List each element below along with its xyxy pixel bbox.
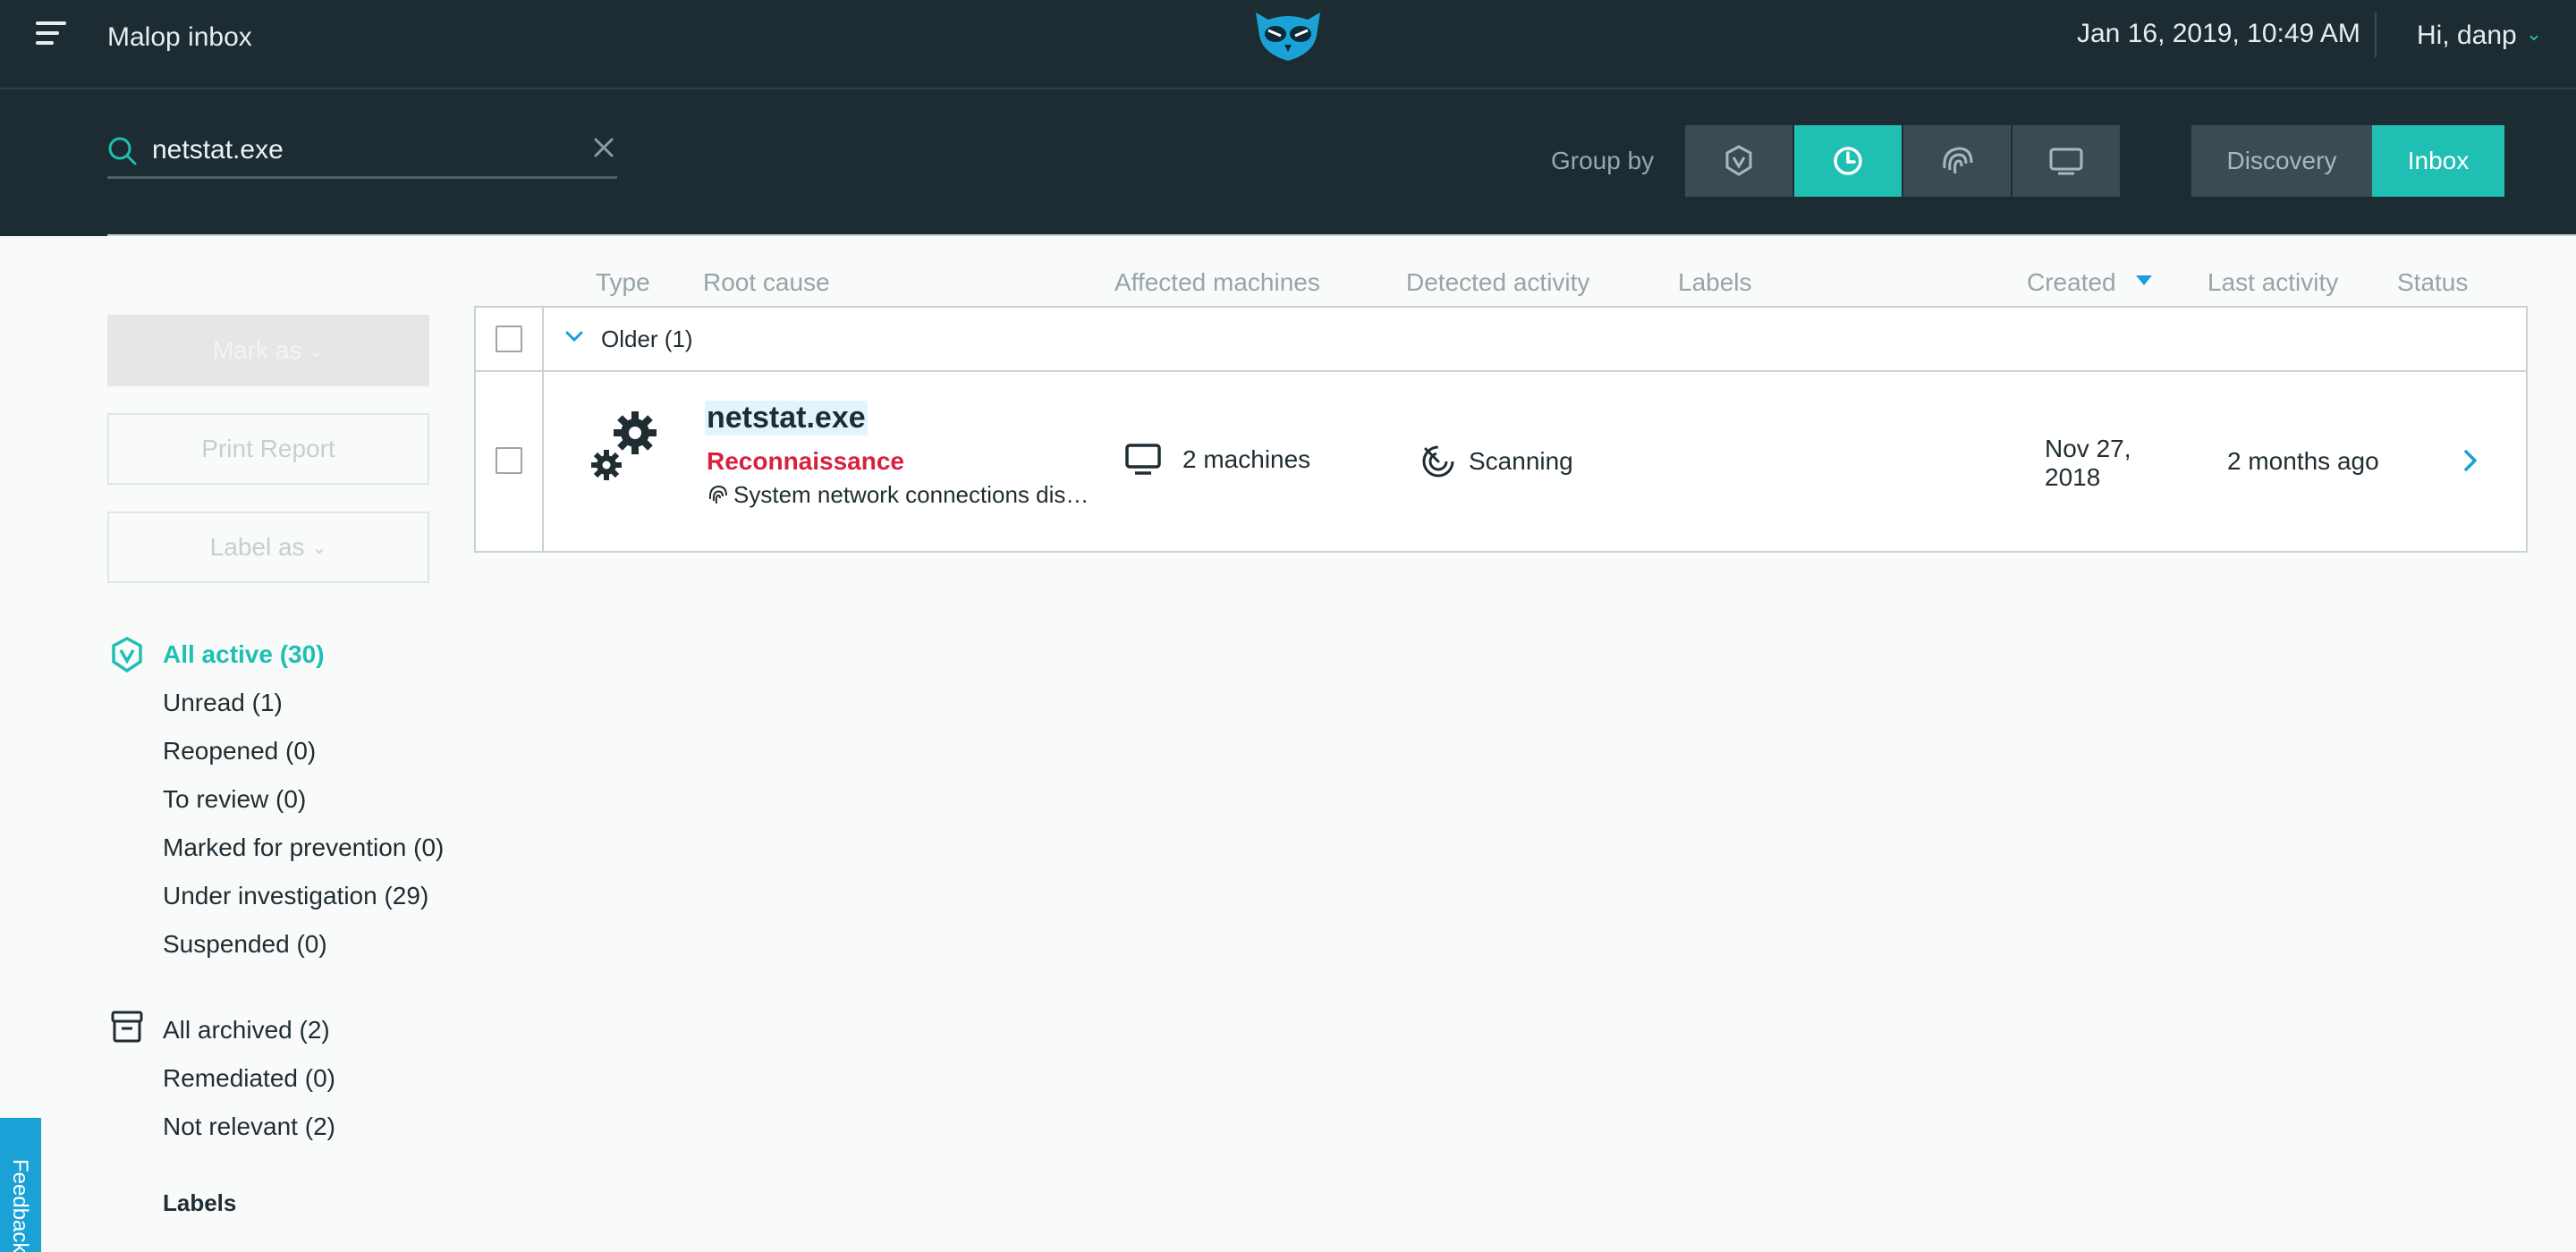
group-select-checkbox[interactable] xyxy=(496,326,522,352)
group-by-malop-button[interactable] xyxy=(1685,125,1792,197)
monitor-icon xyxy=(1125,444,1161,475)
group-divider xyxy=(476,370,2526,372)
close-icon[interactable] xyxy=(590,134,617,161)
search-input[interactable] xyxy=(152,131,546,170)
filter-reopened[interactable]: Reopened (0) xyxy=(163,737,316,766)
feedback-tab[interactable]: Feedback xyxy=(0,1118,41,1252)
mark-as-label: Mark as xyxy=(212,336,302,364)
filter-unread[interactable]: Unread (1) xyxy=(163,689,283,717)
group-by-activity-button[interactable] xyxy=(1903,125,2011,197)
sort-desc-icon xyxy=(2135,275,2152,285)
page-title: Malop inbox xyxy=(107,22,252,52)
detected-activity: Scanning xyxy=(1469,447,1573,475)
chevron-down-icon: ⌄ xyxy=(2525,22,2543,45)
column-status[interactable]: Status xyxy=(2397,268,2468,297)
filter-under-investigation[interactable]: Under investigation (29) xyxy=(163,882,428,910)
inbox-button[interactable]: Inbox xyxy=(2372,125,2504,197)
column-affected-machines[interactable]: Affected machines xyxy=(1114,268,1320,297)
chevron-right-icon[interactable] xyxy=(2460,447,2481,474)
scanning-icon xyxy=(1422,445,1454,478)
column-created-label: Created xyxy=(2027,268,2116,296)
chevron-down-icon: ⌄ xyxy=(311,537,327,558)
filter-all-archived[interactable]: All archived (2) xyxy=(163,1016,330,1045)
mark-as-button[interactable]: Mark as ⌄ xyxy=(107,315,429,386)
labels-heading: Labels xyxy=(163,1189,237,1216)
label-as-button[interactable]: Label as ⌄ xyxy=(107,512,429,583)
header-divider xyxy=(2375,13,2377,57)
malop-table: Older (1) netstat.exe Reconnaissance Sys… xyxy=(474,306,2528,553)
owl-logo[interactable] xyxy=(1250,9,1326,63)
filter-to-review[interactable]: To review (0) xyxy=(163,785,306,814)
created-date: Nov 27, 2018 xyxy=(2045,435,2131,491)
user-menu[interactable]: Hi, danp ⌄ xyxy=(2417,18,2542,52)
column-type[interactable]: Type xyxy=(596,268,650,297)
filter-all-active[interactable]: All active (30) xyxy=(163,640,325,669)
filter-suspended[interactable]: Suspended (0) xyxy=(163,930,327,959)
last-activity: 2 months ago xyxy=(2227,447,2379,475)
column-detected-activity[interactable]: Detected activity xyxy=(1406,268,1589,297)
search-icon xyxy=(108,137,137,165)
print-report-button[interactable]: Print Report xyxy=(107,413,429,485)
chevron-down-icon: ⌄ xyxy=(309,341,325,361)
column-last-activity[interactable]: Last activity xyxy=(2207,268,2338,297)
clock-icon xyxy=(1834,147,1862,175)
column-created[interactable]: Created xyxy=(2027,268,2152,297)
chevron-down-icon[interactable] xyxy=(564,327,585,345)
fingerprint-icon xyxy=(1943,147,1973,174)
group-by-time-button[interactable] xyxy=(1794,125,1902,197)
current-datetime: Jan 16, 2019, 10:49 AM xyxy=(2077,19,2360,48)
gears-icon xyxy=(591,411,657,480)
malop-description-text: System network connections discovery xyxy=(733,481,1100,508)
malop-name-link[interactable]: netstat.exe xyxy=(705,401,868,436)
malop-hex-icon xyxy=(112,637,142,673)
row-select-checkbox[interactable] xyxy=(496,447,522,474)
filter-marked-for-prevention[interactable]: Marked for prevention (0) xyxy=(163,833,444,862)
malop-description: System network connections discovery xyxy=(707,481,1100,509)
print-report-label: Print Report xyxy=(201,435,335,462)
affected-machines[interactable]: 2 machines xyxy=(1182,445,1310,474)
group-header-older[interactable]: Older (1) xyxy=(601,326,693,353)
toolbar-divider xyxy=(107,234,2576,236)
label-as-label: Label as xyxy=(209,533,305,561)
filter-remediated[interactable]: Remediated (0) xyxy=(163,1064,335,1093)
group-by-machine-button[interactable] xyxy=(2012,125,2120,197)
column-root-cause[interactable]: Root cause xyxy=(703,268,830,297)
column-labels[interactable]: Labels xyxy=(1678,268,1752,297)
search-box xyxy=(107,125,617,179)
top-header: Malop inbox Jan 16, 2019, 10:49 AM Hi, d… xyxy=(0,0,2576,89)
hamburger-menu-icon[interactable] xyxy=(36,21,72,50)
filter-not-relevant[interactable]: Not relevant (2) xyxy=(163,1112,335,1141)
archive-box-icon xyxy=(111,1011,143,1043)
fingerprint-icon xyxy=(708,485,727,504)
malop-hex-icon xyxy=(1725,145,1752,176)
checkbox-column-divider xyxy=(542,308,544,551)
toolbar: Group by Discovery Inbox xyxy=(0,89,2576,236)
group-by-label: Group by xyxy=(1551,147,1655,174)
malop-category: Reconnaissance xyxy=(707,447,904,475)
user-greeting: Hi, danp xyxy=(2417,21,2517,50)
feedback-label: Feedback xyxy=(8,1159,32,1252)
monitor-icon xyxy=(2049,148,2083,175)
discovery-button[interactable]: Discovery xyxy=(2191,125,2372,197)
